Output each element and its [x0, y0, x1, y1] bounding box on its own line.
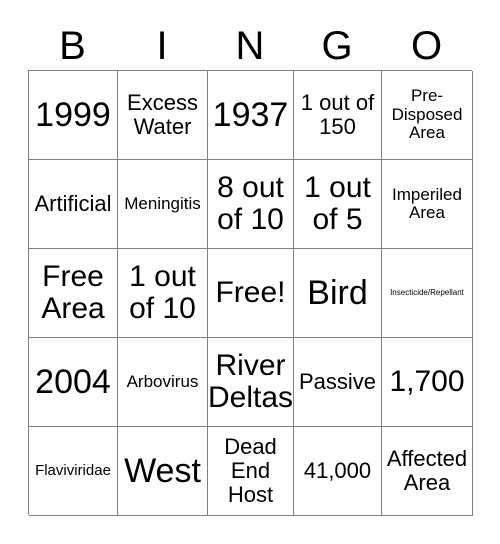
bingo-cell[interactable]: 1937 [208, 71, 294, 160]
bingo-cell[interactable]: Artificial [29, 160, 118, 249]
bingo-cell[interactable]: Insecticide/Repellant [382, 249, 473, 338]
bingo-cell[interactable]: Excess Water [118, 71, 208, 160]
bingo-header: B I N G O [28, 22, 472, 70]
bingo-free-cell[interactable]: Free! [208, 249, 294, 338]
bingo-cell[interactable]: Arbovirus [118, 338, 208, 427]
bingo-cell[interactable]: West [118, 427, 208, 516]
bingo-cell[interactable]: Passive [294, 338, 382, 427]
bingo-cell[interactable]: Dead End Host [208, 427, 294, 516]
bingo-cell[interactable]: 1 out of 150 [294, 71, 382, 160]
header-letter-n: N [235, 24, 265, 68]
bingo-cell[interactable]: 1,700 [382, 338, 473, 427]
bingo-cell[interactable]: 1999 [29, 71, 118, 160]
bingo-cell[interactable]: Affected Area [382, 427, 473, 516]
bingo-cell[interactable]: Meningitis [118, 160, 208, 249]
bingo-cell[interactable]: River Deltas [208, 338, 294, 427]
bingo-cell[interactable]: 41,000 [294, 427, 382, 516]
header-letter-i: I [156, 24, 168, 68]
bingo-cell[interactable]: Imperiled Area [382, 160, 473, 249]
bingo-card: B I N G O 1999 Excess Water 1937 1 out o… [0, 0, 500, 544]
bingo-cell[interactable]: 8 out of 10 [208, 160, 294, 249]
header-letter-b: B [59, 24, 86, 68]
bingo-cell[interactable]: 2004 [29, 338, 118, 427]
bingo-cell[interactable]: 1 out of 5 [294, 160, 382, 249]
bingo-cell[interactable]: 1 out of 10 [118, 249, 208, 338]
bingo-cell[interactable]: Flaviviridae [29, 427, 118, 516]
bingo-cell[interactable]: Bird [294, 249, 382, 338]
header-letter-o: O [410, 24, 443, 68]
bingo-cell[interactable]: Pre-Disposed Area [382, 71, 473, 160]
header-letter-g: G [321, 24, 353, 68]
bingo-grid: 1999 Excess Water 1937 1 out of 150 Pre-… [28, 70, 473, 516]
bingo-cell[interactable]: Free Area [29, 249, 118, 338]
